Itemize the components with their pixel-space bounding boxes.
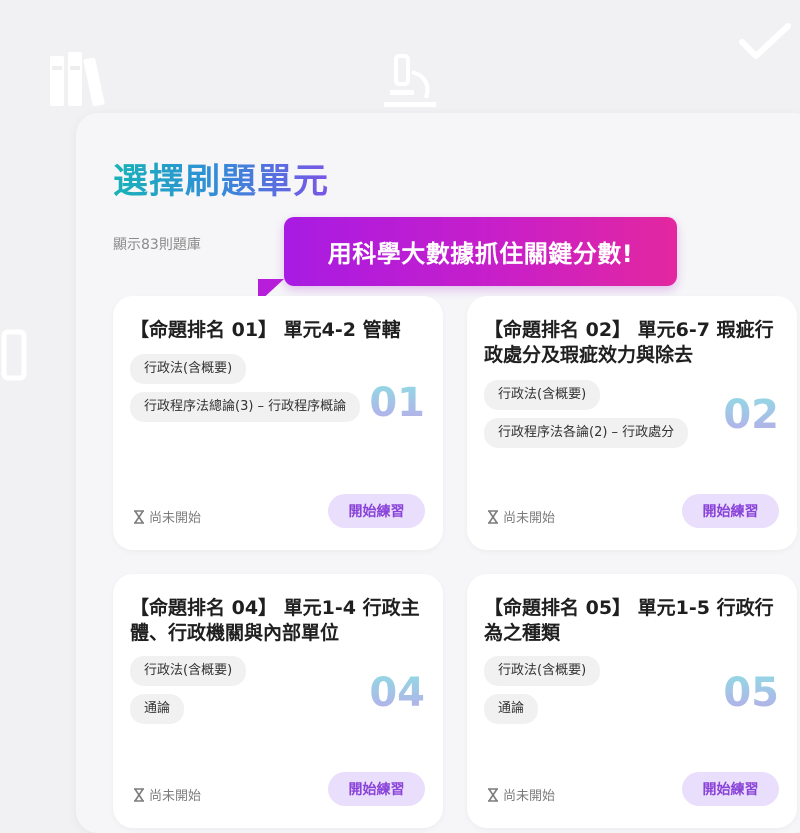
status-label: 尚未開始 — [133, 507, 201, 526]
unit-card-title: 【命題排名 04】 單元1-4 行政主體、行政機關與內部單位 — [130, 597, 420, 644]
unit-card[interactable]: 【命題排名 05】 單元1-5 行政行為之種類 行政法(含概要) 通論 05 尚… — [467, 574, 797, 828]
unit-card[interactable]: 【命題排名 02】 單元6-7 瑕疵行政處分及瑕疵效力與除去 行政法(含概要) … — [467, 296, 797, 550]
unit-tags: 行政法(含概要) 通論 — [130, 656, 247, 732]
status-label: 尚未開始 — [133, 785, 201, 804]
unit-tags: 行政法(含概要) 行政程序法各論(2) – 行政處分 — [484, 380, 689, 456]
unit-card-title: 【命題排名 01】 單元4-2 管轄 — [130, 319, 401, 341]
question-bank-count: 顯示83則題庫 — [113, 237, 201, 253]
unit-tags: 行政法(含概要) 通論 — [484, 656, 601, 732]
chapter-tag: 行政程序法總論(3) – 行政程序概論 — [130, 392, 361, 422]
pencil-icon — [0, 328, 30, 386]
chapter-tag: 通論 — [484, 694, 539, 724]
status-text: 尚未開始 — [503, 511, 556, 526]
rank-number: 01 — [369, 380, 425, 426]
start-practice-button[interactable]: 開始練習 — [682, 494, 779, 528]
subject-tag: 行政法(含概要) — [130, 656, 247, 686]
rank-number: 04 — [369, 670, 425, 716]
status-text: 尚未開始 — [149, 511, 202, 526]
status-text: 尚未開始 — [503, 789, 556, 804]
chapter-tag: 通論 — [130, 694, 185, 724]
hourglass-icon — [488, 787, 498, 802]
start-practice-button[interactable]: 開始練習 — [328, 494, 425, 528]
chapter-tag: 行政程序法各論(2) – 行政處分 — [484, 418, 689, 448]
page-title: 選擇刷題單元 — [113, 153, 329, 204]
subject-tag: 行政法(含概要) — [484, 656, 601, 686]
books-icon — [48, 50, 110, 116]
unit-card[interactable]: 【命題排名 01】 單元4-2 管轄 行政法(含概要) 行政程序法總論(3) –… — [113, 296, 443, 550]
promo-banner: 用科學大數據抓住關鍵分數! — [284, 217, 677, 286]
unit-card[interactable]: 【命題排名 04】 單元1-4 行政主體、行政機關與內部單位 行政法(含概要) … — [113, 574, 443, 828]
rank-number: 05 — [723, 670, 779, 716]
hourglass-icon — [134, 509, 144, 524]
promo-banner-text: 用科學大數據抓住關鍵分數! — [327, 240, 634, 268]
start-practice-button[interactable]: 開始練習 — [328, 772, 425, 806]
status-label: 尚未開始 — [487, 507, 555, 526]
rank-number: 02 — [723, 392, 779, 438]
status-text: 尚未開始 — [149, 789, 202, 804]
subject-tag: 行政法(含概要) — [130, 354, 247, 384]
hourglass-icon — [488, 509, 498, 524]
start-practice-button[interactable]: 開始練習 — [682, 772, 779, 806]
microscope-icon — [382, 52, 442, 116]
unit-tags: 行政法(含概要) 行政程序法總論(3) – 行政程序概論 — [130, 354, 361, 430]
unit-card-title: 【命題排名 05】 單元1-5 行政行為之種類 — [484, 597, 774, 644]
subject-tag: 行政法(含概要) — [484, 380, 601, 410]
hourglass-icon — [134, 787, 144, 802]
unit-card-title: 【命題排名 02】 單元6-7 瑕疵行政處分及瑕疵效力與除去 — [484, 319, 774, 366]
checkmark-icon — [738, 22, 792, 66]
status-label: 尚未開始 — [487, 785, 555, 804]
